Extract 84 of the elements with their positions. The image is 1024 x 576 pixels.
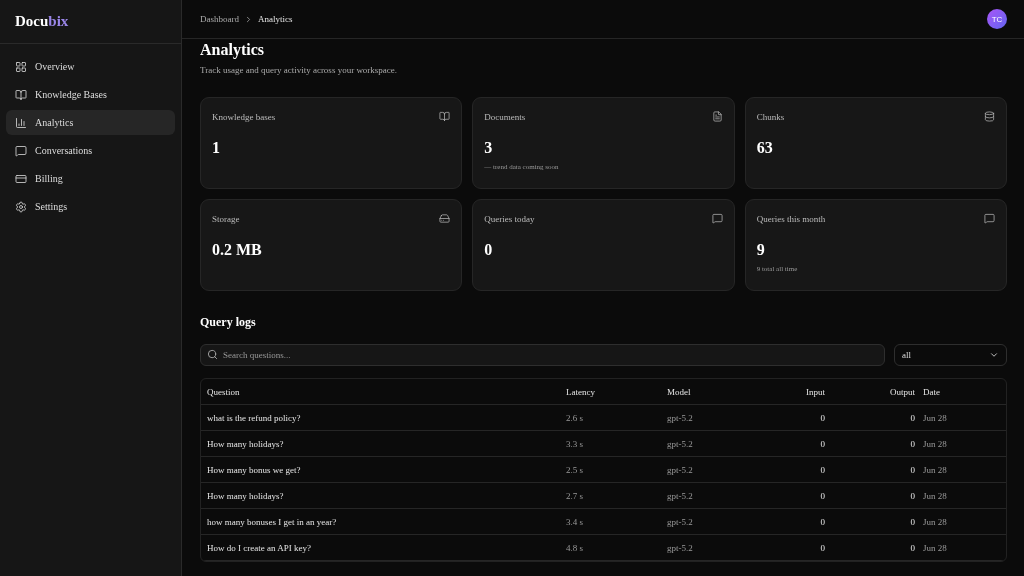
table-cell-text: Jun 28 [922,464,948,475]
table-cell-text: 2.5 s [566,464,584,475]
table-cell-text: Jun 28 [922,438,948,449]
drive-icon [439,213,451,224]
sidebar-item[interactable]: Knowledge Bases [6,82,175,107]
sidebar-item[interactable]: Analytics [6,110,175,135]
database-icon [984,111,995,122]
chevron-icon [244,14,253,24]
table-cell-text: gpt-5.2 [667,438,694,449]
book-icon [15,88,27,101]
chat-bubble-icon [984,213,995,224]
table-cell-text: Jun 28 [922,516,948,527]
table-cell-text: How many holidays? [207,490,285,501]
chat-bubble-icon [711,213,723,224]
section-title: Query logs [200,315,257,330]
stat-label: Knowledge bases [212,111,276,122]
table-cell-text: 0 [819,464,825,475]
column-header: Model [667,386,692,397]
stat-value: 0 [484,241,494,259]
column-header: Date [922,386,941,397]
logo[interactable]: Docubix [15,13,69,30]
table-cell-text: Jun 28 [922,490,948,501]
stat-value: 0.2 MB [212,241,263,259]
grid-icon [15,60,27,73]
page-subtitle: Track usage and query activity across your workspace. [200,65,399,75]
column-header: Output [889,386,915,397]
table-cell-text: gpt-5.2 [667,412,694,423]
stat-value: 63 [756,139,774,157]
column-header: Latency [566,386,596,397]
stat-label: Chunks [756,111,785,122]
filter-dropdown[interactable]: all [894,344,1007,366]
table-cell-text: Jun 28 [922,542,948,553]
table-cell-text: 0 [819,542,825,553]
table-cell-text: 0 [909,464,915,475]
table-cell-text: gpt-5.2 [667,516,694,527]
table-cell-text: 3.4 s [566,516,584,527]
table-cell-text: 2.7 s [566,490,584,501]
stat-label: Queries today [484,213,535,224]
table-cell-text: gpt-5.2 [667,464,694,475]
column-header: Question [207,386,241,397]
table-cell-text: How do I create an API key? [207,542,312,553]
stat-value: 1 [212,139,221,157]
stat-label: Documents [484,111,526,122]
table-cell-text: gpt-5.2 [667,542,694,553]
sidebar-item[interactable]: Billing [6,166,175,191]
stat-value: 9 [756,241,766,259]
settings-icon [15,200,27,213]
table-cell-text: 0 [819,412,825,423]
search-icon [207,349,218,360]
bar-chart-icon [15,116,27,129]
table-cell-text: 3.3 s [566,438,584,449]
table-cell-text: 0 [909,438,915,449]
table-cell-text: 0 [819,490,825,501]
card-icon [15,172,27,185]
table-cell-text: Jun 28 [922,412,948,423]
book-icon [439,111,451,122]
table-cell-text: 0 [819,438,825,449]
column-header: Input [805,386,825,397]
stat-label: Queries this month [756,213,826,224]
page-title: Analytics [200,41,265,59]
breadcrumb-item[interactable]: Dashboard [200,14,239,24]
breadcrumb-item[interactable]: Analytics [258,14,293,24]
table-cell-text: 0 [909,412,915,423]
table-cell-text: what is the refund policy? [207,412,302,423]
sidebar-item[interactable]: Conversations [6,138,175,163]
sidebar-item[interactable]: Settings [6,194,175,219]
search-field[interactable]: Search questions... [200,344,885,366]
table-cell-text: 0 [819,516,825,527]
sidebar-item[interactable]: Overview [6,54,175,79]
table-cell-text: How many bonus we get? [207,464,302,475]
table-cell-text: How many holidays? [207,438,285,449]
table-cell-text: 0 [909,516,915,527]
document-icon [711,111,723,122]
table-cell-text: how many bonuses I get in an year? [207,516,338,527]
table-cell-text: 4.8 s [566,542,584,553]
table-cell-text: 0 [909,542,915,553]
table-cell-text: gpt-5.2 [667,490,694,501]
table-cell-text: 2.6 s [566,412,584,423]
stat-label: Storage [212,213,240,224]
stat-value: 3 [484,139,494,157]
table-cell-text: 0 [909,490,915,501]
avatar[interactable]: TC [987,9,1007,29]
chevron-down-icon [989,350,999,360]
chat-bubble-icon [15,144,27,157]
